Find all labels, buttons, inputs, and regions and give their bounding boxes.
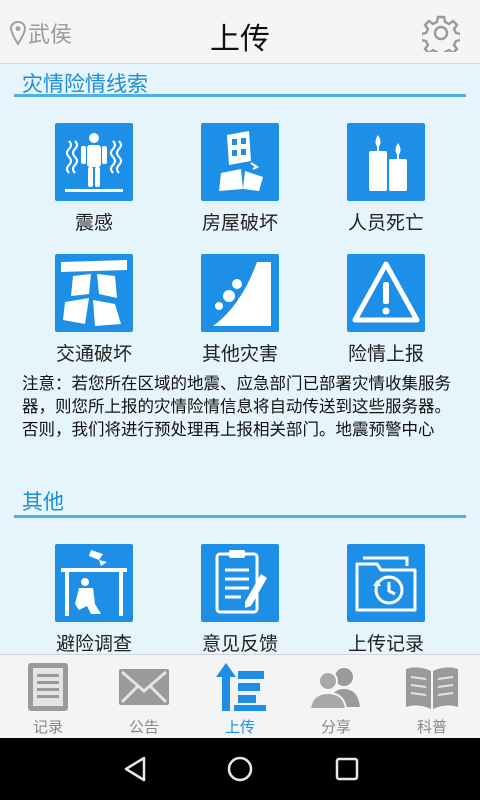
recent-apps-icon[interactable] xyxy=(332,754,362,784)
tile-shelter-survey[interactable]: 避险调查 xyxy=(29,544,159,654)
tile-label: 险情上报 xyxy=(347,343,424,365)
tile-feedback[interactable]: 意见反馈 xyxy=(175,544,305,654)
tile-label: 震感 xyxy=(74,212,113,234)
page-title: 上传 xyxy=(210,22,270,57)
tile-label: 房屋破坏 xyxy=(201,212,278,234)
shelter-under-table-icon xyxy=(61,550,127,616)
clipboard-pen-icon xyxy=(215,550,267,614)
back-icon[interactable] xyxy=(120,754,150,784)
folder-history-icon xyxy=(355,556,417,612)
tab-share[interactable]: 分享 xyxy=(288,655,384,739)
tab-label: 科普 xyxy=(416,718,447,736)
tile-upload-history[interactable]: 上传记录 xyxy=(321,544,451,654)
tile-label: 交通破坏 xyxy=(55,343,132,365)
list-document-icon xyxy=(28,663,68,711)
tile-traffic-damage[interactable]: 交通破坏 xyxy=(29,254,159,384)
system-nav-bar xyxy=(0,738,480,800)
bottom-tab-bar: 记录 公告 上传 分享 科普 xyxy=(0,654,480,738)
tab-science[interactable]: 科普 xyxy=(384,655,480,739)
notice-text: 注意：若您所在区域的地震、应急部门已部署灾情收集服务器，则您所上报的灾情险情信息… xyxy=(22,374,451,439)
tile-label: 上传记录 xyxy=(347,633,424,654)
tab-records[interactable]: 记录 xyxy=(0,655,96,739)
home-icon[interactable] xyxy=(225,754,255,784)
tab-label: 上传 xyxy=(224,718,255,736)
section-title-other: 其他 xyxy=(22,490,64,514)
tile-hazard-report[interactable]: 险情上报 xyxy=(321,254,451,384)
section-divider xyxy=(14,94,466,97)
tab-label: 分享 xyxy=(320,718,351,736)
upload-arrow-icon xyxy=(216,663,266,711)
tile-other-disaster[interactable]: 其他灾害 xyxy=(175,254,305,384)
tile-label: 人员死亡 xyxy=(347,212,424,234)
tile-label: 意见反馈 xyxy=(201,633,278,654)
tile-casualties[interactable]: 人员死亡 xyxy=(321,123,451,253)
people-icon xyxy=(308,668,360,710)
gear-icon xyxy=(419,15,463,59)
warning-triangle-icon xyxy=(352,261,420,323)
tile-house-damage[interactable]: 房屋破坏 xyxy=(175,123,305,253)
broken-road-icon xyxy=(61,260,127,326)
envelope-icon xyxy=(119,669,169,705)
tab-announcements[interactable]: 公告 xyxy=(96,655,192,739)
section-divider xyxy=(14,515,466,518)
tile-shaking[interactable]: 震感 xyxy=(29,123,159,253)
open-book-icon xyxy=(406,667,458,709)
main-content[interactable]: 灾情险情线索 震感 房屋破坏 人员死亡 交通破坏 其他灾害 险情上报 注意：若您… xyxy=(0,64,480,654)
candles-icon xyxy=(369,135,407,191)
tile-label: 其他灾害 xyxy=(201,343,278,365)
shaking-person-icon xyxy=(65,133,123,192)
damaged-building-icon xyxy=(219,131,263,191)
tab-upload[interactable]: 上传 xyxy=(192,655,288,739)
app-header: 武侯 上传 xyxy=(0,0,480,64)
tile-label: 避险调查 xyxy=(55,633,132,654)
tab-label: 记录 xyxy=(32,718,63,736)
settings-button[interactable] xyxy=(419,14,463,59)
tab-label: 公告 xyxy=(128,718,159,736)
landslide-icon xyxy=(213,262,271,326)
